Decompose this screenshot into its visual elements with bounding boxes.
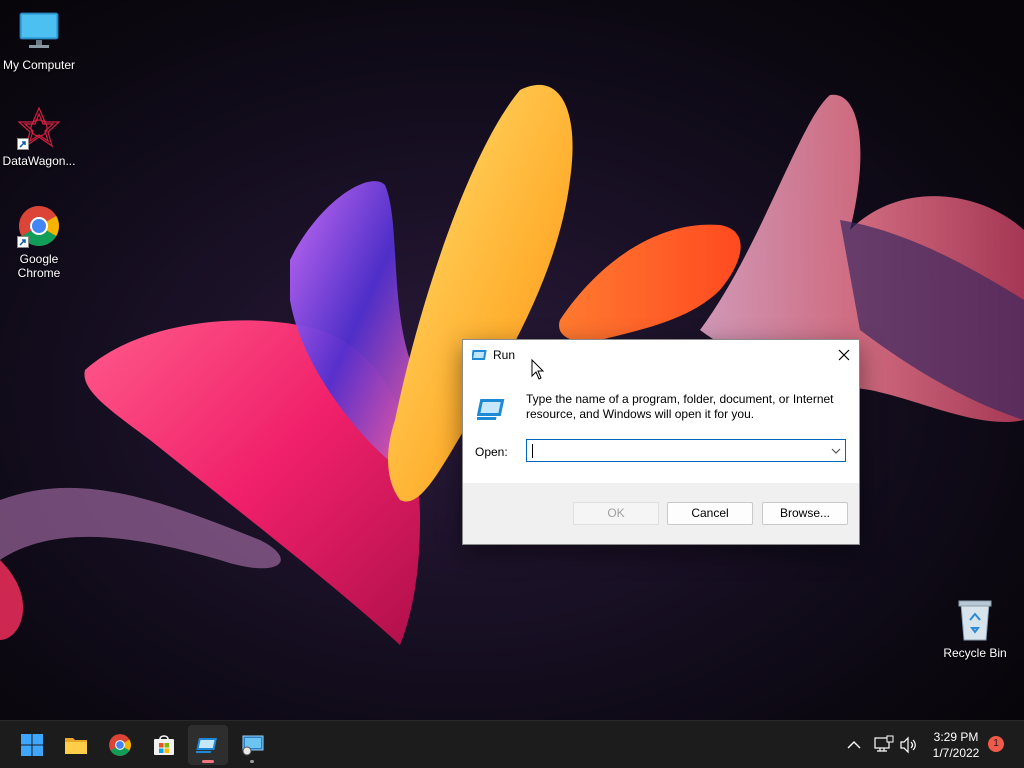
taskbar-run[interactable] bbox=[188, 725, 228, 765]
desktop-icon-label: DataWagon... bbox=[2, 154, 76, 168]
run-icon bbox=[473, 396, 507, 422]
running-indicator bbox=[250, 760, 254, 763]
run-dialog: Run Type the name of a program, folder, … bbox=[462, 339, 860, 545]
volume-button[interactable] bbox=[898, 735, 918, 755]
open-combobox[interactable] bbox=[526, 439, 846, 462]
speaker-icon bbox=[900, 736, 916, 754]
file-explorer-icon bbox=[65, 738, 87, 754]
datawagon-icon bbox=[17, 106, 61, 150]
close-button[interactable] bbox=[829, 340, 859, 370]
network-button[interactable] bbox=[872, 735, 894, 755]
desktop-icon-label: Recycle Bin bbox=[943, 646, 1007, 660]
clock-date: 1/7/2022 bbox=[932, 746, 980, 760]
desktop-icon-datawagon[interactable]: DataWagon... bbox=[0, 106, 79, 168]
open-input[interactable] bbox=[531, 442, 821, 459]
recycle-bin-icon bbox=[953, 598, 997, 642]
chevron-up-icon bbox=[847, 741, 861, 749]
clock-time: 3:29 PM bbox=[933, 730, 979, 744]
shortcut-arrow-icon bbox=[17, 236, 29, 248]
cancel-button[interactable]: Cancel bbox=[667, 502, 753, 525]
dialog-footer: OK Cancel Browse... bbox=[463, 483, 859, 544]
dialog-title-bar[interactable]: Run bbox=[463, 340, 859, 370]
notification-badge[interactable]: 1 bbox=[988, 736, 1004, 752]
microsoft-store-icon bbox=[154, 735, 174, 755]
taskbar: 3:29 PM 1/7/2022 bbox=[0, 720, 1024, 768]
desktop-icon-recycle-bin[interactable]: Recycle Bin bbox=[935, 598, 1015, 660]
run-icon bbox=[196, 738, 217, 753]
desktop-icon-google-chrome[interactable]: Google Chrome bbox=[0, 204, 79, 280]
active-indicator bbox=[202, 760, 214, 763]
network-icon bbox=[874, 735, 894, 752]
taskbar-microsoft-store[interactable] bbox=[144, 725, 184, 765]
text-caret bbox=[532, 444, 533, 458]
run-icon bbox=[470, 348, 488, 362]
desktop-icon-label: My Computer bbox=[2, 58, 76, 72]
shortcut-arrow-icon bbox=[17, 138, 29, 150]
dialog-title: Run bbox=[493, 348, 516, 362]
taskbar-file-explorer[interactable] bbox=[56, 725, 96, 765]
show-hidden-icons-button[interactable] bbox=[844, 737, 864, 753]
dialog-description: Type the name of a program, folder, docu… bbox=[526, 392, 834, 421]
open-dropdown-button[interactable] bbox=[827, 440, 845, 461]
monitor-icon bbox=[17, 10, 61, 54]
start-button[interactable] bbox=[12, 725, 52, 765]
desktop-icon-my-computer[interactable]: My Computer bbox=[0, 10, 79, 72]
taskbar-chrome[interactable] bbox=[100, 725, 140, 765]
desktop-icon-label: Google Chrome bbox=[17, 252, 61, 280]
taskbar-clock[interactable]: 3:29 PM 1/7/2022 bbox=[924, 729, 988, 761]
chrome-icon bbox=[17, 204, 61, 248]
close-icon bbox=[838, 349, 850, 361]
remote-desktop-icon bbox=[242, 735, 264, 756]
mouse-cursor-icon bbox=[531, 359, 545, 380]
browse-button[interactable]: Browse... bbox=[762, 502, 848, 525]
chrome-icon bbox=[109, 734, 131, 756]
windows-start-icon bbox=[21, 734, 43, 756]
ok-button[interactable]: OK bbox=[573, 502, 659, 525]
taskbar-remote-desktop[interactable] bbox=[232, 725, 272, 765]
open-label: Open: bbox=[475, 445, 508, 459]
chevron-down-icon bbox=[831, 448, 841, 454]
